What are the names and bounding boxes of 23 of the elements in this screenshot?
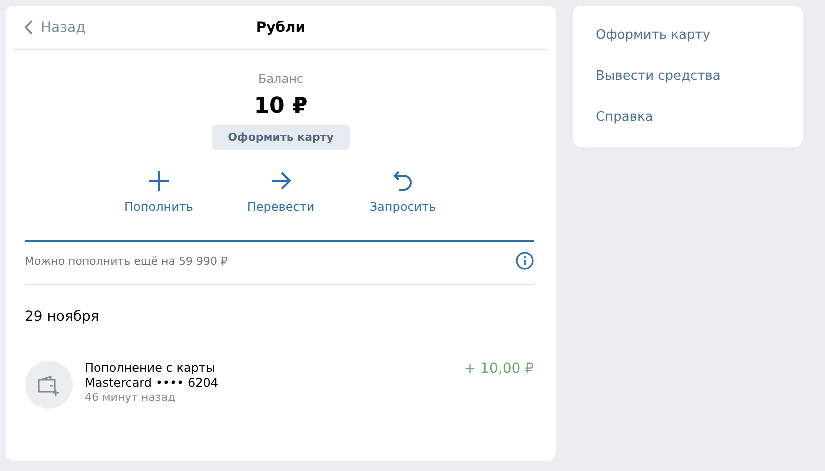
- menu-link[interactable]: Вывести средства: [573, 56, 803, 97]
- arrow-right-icon: [270, 170, 292, 192]
- back-button[interactable]: Назад: [14, 20, 86, 36]
- action-button[interactable]: Запросить: [358, 170, 448, 214]
- limit-text: Можно пополнить ещё на 59 990 ₽: [25, 254, 228, 268]
- balance-label: Баланс: [258, 72, 304, 86]
- chevron-left-icon: [24, 20, 33, 35]
- card-number: Mastercard •••• 6204: [85, 376, 220, 390]
- undo-arrow-icon: [392, 170, 414, 192]
- action-button[interactable]: Пополнить: [114, 170, 204, 214]
- plus-icon: [148, 170, 170, 192]
- page-title: Рубли: [256, 20, 306, 36]
- transaction-title: Пополнение с карты: [85, 361, 216, 375]
- date-heading: 29 ноября: [25, 309, 100, 325]
- menu-link[interactable]: Оформить карту: [573, 15, 803, 56]
- info-icon[interactable]: [516, 252, 534, 270]
- transaction-time: 46 минут назад: [85, 391, 177, 404]
- menu-link[interactable]: Справка: [573, 97, 803, 138]
- get-card-button[interactable]: Оформить карту: [212, 125, 350, 150]
- action-button[interactable]: Перевести: [236, 170, 326, 214]
- wallet-avatar-icon: [25, 361, 73, 409]
- transaction-amount: + 10,00 ₽: [464, 361, 534, 379]
- balance-amount: 10 ₽: [254, 94, 308, 119]
